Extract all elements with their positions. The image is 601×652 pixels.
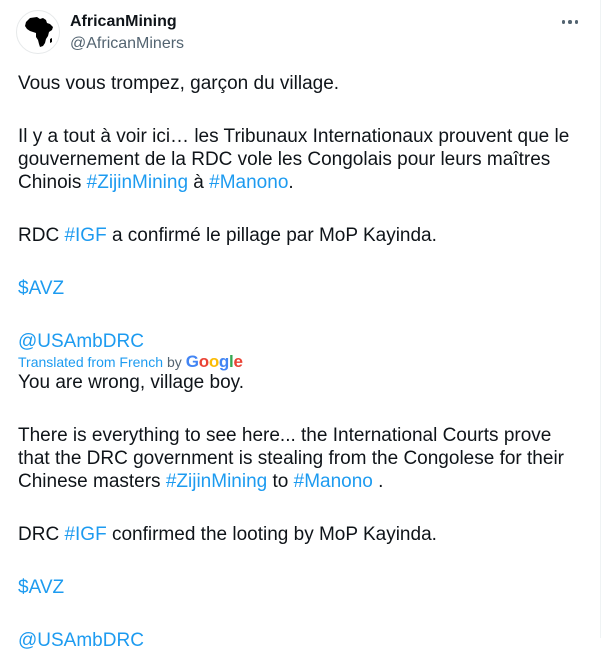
translated-text: confirmed the looting by MoP Kayinda. [106,524,437,545]
africa-map-icon [25,17,53,47]
avatar[interactable] [16,10,60,54]
original-text: à [188,172,210,193]
original-paragraph-4: $AVZ [18,277,588,300]
mention-usambdrc[interactable]: @USAmbDRC [18,331,144,352]
more-options-icon[interactable] [556,12,584,32]
translated-text: DRC [18,524,65,545]
hashtag-zijinmining[interactable]: #ZijinMining [87,172,188,193]
hashtag-manono[interactable]: #Manono [209,172,288,193]
cashtag-avz[interactable]: $AVZ [18,278,64,299]
hashtag-zijinmining[interactable]: #ZijinMining [166,471,267,492]
original-paragraph-1: Vous vous trompez, garçon du village. [18,73,340,94]
google-logo: Google [185,352,243,371]
translated-paragraph-2: There is everything to see here... the I… [18,424,588,493]
translated-paragraph-1: You are wrong, village boy. [18,372,245,393]
translated-paragraph-4: $AVZ [18,576,588,599]
author-names: AfricanMining @AfricanMiners [70,12,184,54]
translated-paragraph-5: @USAmbDRC [18,629,588,652]
tweet: AfricanMining @AfricanMiners Vous vous t… [0,0,601,651]
tweet-header: AfricanMining @AfricanMiners [16,10,584,58]
cashtag-avz[interactable]: $AVZ [18,577,64,598]
original-paragraph-2: Il y a tout à voir ici… les Tribunaux In… [18,125,588,194]
tweet-body: Vous vous trompez, garçon du village. Il… [18,72,588,652]
original-paragraph-5: @USAmbDRC [18,330,588,353]
original-text: RDC [18,225,65,246]
translated-text: . [372,471,384,492]
hashtag-igf[interactable]: #IGF [64,524,106,545]
translated-paragraph-3: DRC #IGF confirmed the looting by MoP Ka… [18,523,588,546]
translation-attribution: Translated from French by Google [18,353,588,371]
translated-from-label[interactable]: Translated from French [18,353,163,371]
hashtag-igf[interactable]: #IGF [64,225,106,246]
translation-by-label: by [166,354,182,370]
original-paragraph-3: RDC #IGF a confirmé le pillage par MoP K… [18,224,588,247]
hashtag-manono[interactable]: #Manono [294,471,373,492]
mention-usambdrc[interactable]: @USAmbDRC [18,630,144,651]
original-text: . [288,172,294,193]
handle[interactable]: @AfricanMiners [70,34,184,54]
display-name[interactable]: AfricanMining [70,12,184,32]
translated-text: to [267,471,294,492]
original-text: a confirmé le pillage par MoP Kayinda. [106,225,437,246]
